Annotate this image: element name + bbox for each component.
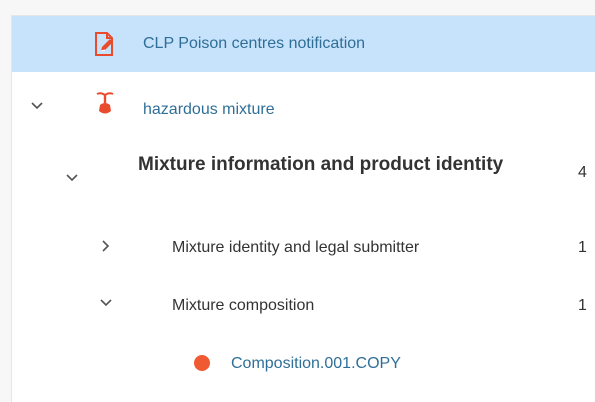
tree-node-hazardous-mixture[interactable]: hazardous mixture [12, 80, 595, 136]
tree-node-composition-001-copy[interactable]: Composition.001.COPY [12, 336, 595, 392]
tree-node-clp-notification[interactable]: CLP Poison centres notification [12, 16, 595, 72]
flask-icon [94, 91, 116, 122]
tree-node-mixture-information[interactable]: Mixture information and product identity… [12, 140, 595, 216]
tree-node-mixture-identity[interactable]: Mixture identity and legal submitter 1 [12, 220, 595, 276]
tree-node-label: CLP Poison centres notification [143, 35, 366, 52]
item-count-badge: 4 [578, 164, 587, 181]
edit-document-icon [93, 31, 115, 62]
chevron-down-icon[interactable] [64, 170, 80, 186]
tree-node-label: Mixture composition [172, 297, 315, 314]
chevron-down-icon[interactable] [98, 295, 114, 311]
navigation-tree: CLP Poison centres notification hazardou… [11, 15, 595, 402]
item-count-badge: 1 [578, 297, 587, 314]
section-title: Mixture information and product identity [138, 154, 504, 175]
chevron-right-icon[interactable] [98, 238, 114, 254]
tree-node-mixture-composition[interactable]: Mixture composition 1 [12, 278, 595, 334]
status-dot-icon [193, 354, 211, 377]
notification-tree-panel: CLP Poison centres notification hazardou… [0, 0, 595, 402]
chevron-down-icon[interactable] [29, 98, 45, 114]
item-count-badge: 1 [578, 239, 587, 256]
tree-node-label: Mixture identity and legal submitter [172, 239, 420, 256]
tree-node-label: Composition.001.COPY [231, 355, 401, 372]
tree-node-label: hazardous mixture [143, 101, 275, 118]
